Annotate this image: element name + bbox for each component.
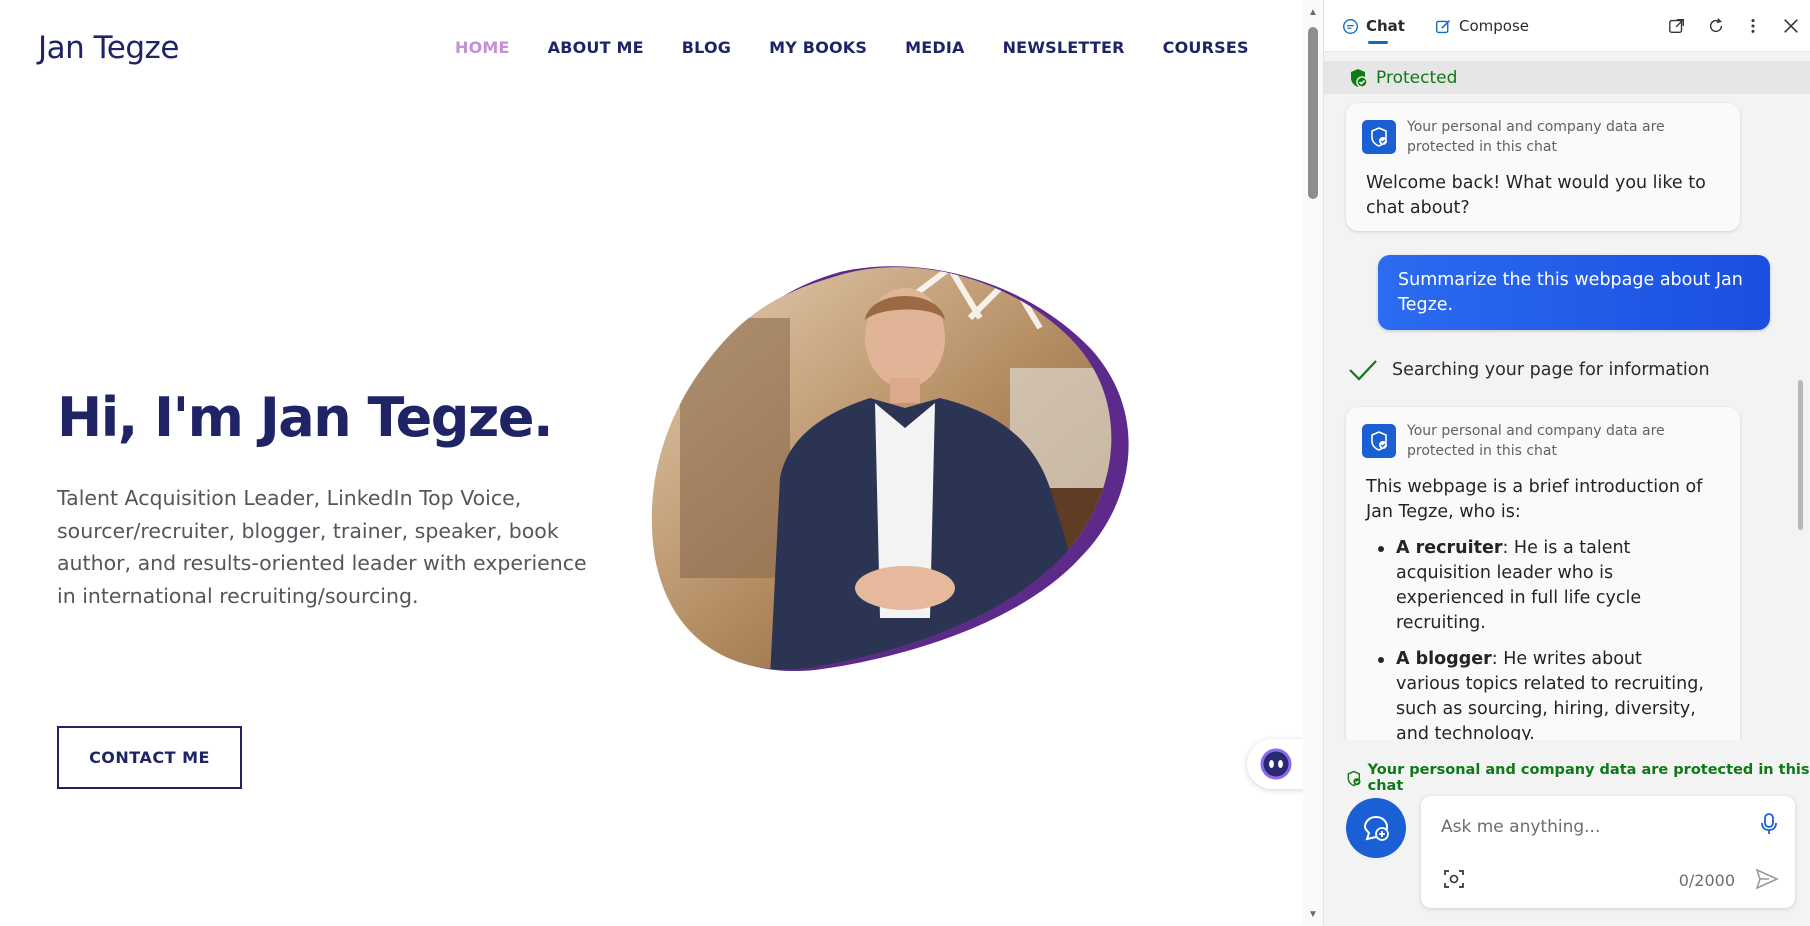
nav-about-me[interactable]: ABOUT ME — [548, 38, 644, 57]
hero-title: Hi, I'm Jan Tegze. — [57, 386, 554, 449]
summary-intro: This webpage is a brief introduction of … — [1366, 477, 1703, 522]
summary-bullet: A recruiter: He is a talent acquisition … — [1366, 536, 1706, 636]
checkmark-icon — [1349, 360, 1377, 381]
nav-media[interactable]: MEDIA — [905, 38, 964, 57]
new-chat-icon — [1363, 815, 1389, 841]
protection-note: Your personal and company data are prote… — [1407, 119, 1665, 155]
tab-chat[interactable]: Chat — [1342, 17, 1405, 44]
send-icon[interactable] — [1755, 868, 1779, 894]
bottom-protection-note: Your personal and company data are prote… — [1346, 762, 1810, 794]
assistant-message-card: Your personal and company data are prote… — [1346, 103, 1740, 231]
summary-bullet: A blogger: He writes about various topic… — [1366, 647, 1706, 747]
protected-label: Protected — [1376, 67, 1458, 88]
shield-check-icon — [1351, 68, 1368, 88]
protection-shield-icon — [1362, 424, 1396, 458]
protection-shield-icon — [1362, 120, 1396, 154]
bullet-title: A recruiter — [1396, 538, 1503, 558]
chat-input-area: Your personal and company data are prote… — [1324, 740, 1810, 926]
scroll-down-icon[interactable]: ▼ — [1303, 906, 1323, 922]
bottom-protection-text: Your personal and company data are prote… — [1367, 762, 1810, 794]
portrait-photo — [651, 266, 1129, 672]
nav-blog[interactable]: BLOG — [682, 38, 731, 57]
screenshot-capture-icon[interactable] — [1443, 868, 1465, 894]
copilot-sidebar: Chat Compose Protected Your personal and… — [1323, 0, 1810, 926]
floating-assistant-button[interactable] — [1247, 739, 1303, 789]
nav-newsletter[interactable]: NEWSLETTER — [1003, 38, 1125, 57]
nav-my-books[interactable]: MY BOOKS — [769, 38, 867, 57]
assistant-face-icon — [1260, 748, 1292, 780]
close-icon[interactable] — [1780, 15, 1802, 37]
scrollbar-thumb[interactable] — [1308, 27, 1318, 199]
site-brand[interactable]: Jan Tegze — [38, 30, 179, 66]
protected-banner: Protected — [1324, 61, 1810, 94]
character-counter: 0/2000 — [1678, 871, 1735, 890]
assistant-message-text: Welcome back! What would you like to cha… — [1366, 173, 1706, 218]
shield-check-icon — [1347, 770, 1361, 786]
refresh-icon[interactable] — [1705, 15, 1727, 37]
compose-pen-icon — [1436, 19, 1450, 33]
scroll-up-icon[interactable]: ▲ — [1303, 4, 1323, 20]
user-message-bubble: Summarize the this webpage about Jan Teg… — [1378, 255, 1770, 330]
search-status-text: Searching your page for information — [1392, 360, 1710, 380]
page-scrollbar[interactable]: ▲ ▼ — [1303, 0, 1323, 926]
main-nav: HOME ABOUT ME BLOG MY BOOKS MEDIA NEWSLE… — [455, 38, 1287, 57]
website-page: Jan Tegze HOME ABOUT ME BLOG MY BOOKS ME… — [0, 0, 1303, 926]
nav-courses[interactable]: COURSES — [1163, 38, 1249, 57]
chat-input[interactable] — [1441, 808, 1741, 846]
chat-scrollbar-thumb[interactable] — [1798, 380, 1803, 530]
tab-compose-label: Compose — [1459, 17, 1530, 35]
search-status: Searching your page for information — [1348, 358, 1710, 382]
more-options-icon[interactable] — [1742, 15, 1764, 37]
open-in-new-icon[interactable] — [1666, 15, 1688, 37]
hero-description: Talent Acquisition Leader, LinkedIn Top … — [57, 486, 587, 608]
tab-active-indicator — [1368, 41, 1388, 44]
protection-note: Your personal and company data are prote… — [1407, 423, 1665, 459]
bullet-title: A blogger — [1396, 649, 1492, 669]
summary-bullet-list: A recruiter: He is a talent acquisition … — [1366, 536, 1706, 758]
screen: Jan Tegze HOME ABOUT ME BLOG MY BOOKS ME… — [0, 0, 1810, 926]
nav-home[interactable]: HOME — [455, 38, 510, 57]
sidebar-header: Chat Compose — [1324, 0, 1810, 52]
assistant-summary-card: Your personal and company data are prote… — [1346, 407, 1740, 767]
chat-input-box: 0/2000 — [1421, 796, 1795, 908]
chat-bubble-icon — [1343, 18, 1358, 34]
new-topic-button[interactable] — [1346, 798, 1406, 858]
contact-me-button[interactable]: CONTACT ME — [57, 726, 242, 789]
tab-chat-label: Chat — [1366, 17, 1405, 35]
tab-compose[interactable]: Compose — [1435, 17, 1529, 35]
microphone-icon[interactable] — [1759, 812, 1779, 840]
